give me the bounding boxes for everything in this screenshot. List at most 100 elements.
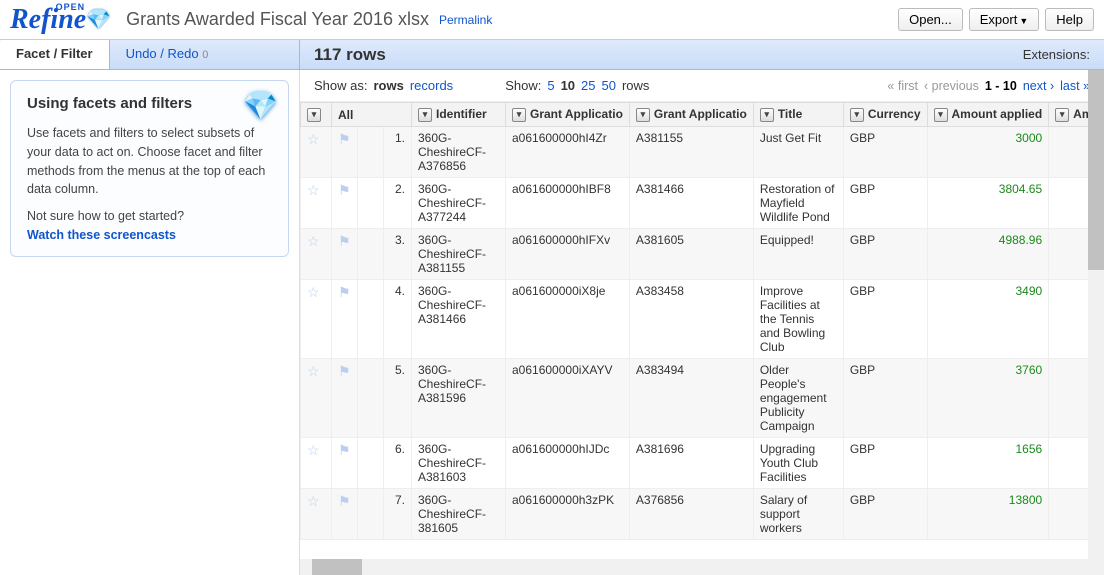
flag-icon[interactable]: ⚑ <box>338 182 351 198</box>
extensions-label[interactable]: Extensions: <box>1023 47 1090 62</box>
v-scrollbar[interactable] <box>1088 70 1104 575</box>
open-button[interactable]: Open... <box>898 8 963 31</box>
flag-icon[interactable]: ⚑ <box>338 131 351 147</box>
flag-cell[interactable]: ⚑ <box>332 489 358 540</box>
cell-identifier[interactable]: 360G-CheshireCF-A381466 <box>412 280 506 359</box>
star-icon[interactable]: ☆ <box>307 131 320 147</box>
cell-currency[interactable]: GBP <box>843 127 927 178</box>
v-scroll-thumb[interactable] <box>1088 70 1104 270</box>
cell-grant-app-1[interactable]: a061600000hIJDc <box>506 438 630 489</box>
cell-title[interactable]: Just Get Fit <box>753 127 843 178</box>
cell-currency[interactable]: GBP <box>843 280 927 359</box>
star-cell[interactable]: ☆ <box>301 438 332 489</box>
dropdown-icon[interactable]: ▾ <box>512 108 526 122</box>
col-amt-applied[interactable]: ▾Amount applied <box>927 103 1049 127</box>
dropdown-icon[interactable]: ▾ <box>760 108 774 122</box>
dropdown-icon[interactable]: ▾ <box>1055 108 1069 122</box>
tab-undo-redo[interactable]: Undo / Redo 0 <box>110 40 225 69</box>
star-icon[interactable]: ☆ <box>307 442 320 458</box>
cell-amt-applied[interactable]: 3804.65 <box>927 178 1049 229</box>
h-scrollbar[interactable] <box>300 559 1088 575</box>
cell-title[interactable]: Salary of support workers <box>753 489 843 540</box>
star-icon[interactable]: ☆ <box>307 233 320 249</box>
page-size-50[interactable]: 50 <box>602 78 616 93</box>
cell-identifier[interactable]: 360G-CheshireCF-A381155 <box>412 229 506 280</box>
cell-amt-applied[interactable]: 13800 <box>927 489 1049 540</box>
cell-title[interactable]: Equipped! <box>753 229 843 280</box>
mode-records[interactable]: records <box>410 78 453 93</box>
watch-screencasts-link[interactable]: Watch these screencasts <box>27 228 176 242</box>
cell-title[interactable]: Restoration of Mayfield Wildlife Pond <box>753 178 843 229</box>
col-title[interactable]: ▾Title <box>753 103 843 127</box>
dropdown-icon[interactable]: ▾ <box>934 108 948 122</box>
cell-grant-app-2[interactable]: A381466 <box>629 178 753 229</box>
cell-currency[interactable]: GBP <box>843 359 927 438</box>
cell-amt-applied[interactable]: 1656 <box>927 438 1049 489</box>
cell-title[interactable]: Improve Facilities at the Tennis and Bow… <box>753 280 843 359</box>
cell-title[interactable]: Upgrading Youth Club Facilities <box>753 438 843 489</box>
flag-cell[interactable]: ⚑ <box>332 359 358 438</box>
page-size-25[interactable]: 25 <box>581 78 595 93</box>
dropdown-icon[interactable]: ▾ <box>418 108 432 122</box>
cell-currency[interactable]: GBP <box>843 178 927 229</box>
star-cell[interactable]: ☆ <box>301 127 332 178</box>
dropdown-icon[interactable]: ▾ <box>850 108 864 122</box>
cell-identifier[interactable]: 360G-CheshireCF-A381603 <box>412 438 506 489</box>
cell-grant-app-2[interactable]: A381696 <box>629 438 753 489</box>
cell-grant-app-2[interactable]: A376856 <box>629 489 753 540</box>
page-size-10[interactable]: 10 <box>561 78 575 93</box>
cell-amt-applied[interactable]: 4988.96 <box>927 229 1049 280</box>
star-cell[interactable]: ☆ <box>301 229 332 280</box>
cell-grant-app-2[interactable]: A381605 <box>629 229 753 280</box>
cell-grant-app-1[interactable]: a061600000hIBF8 <box>506 178 630 229</box>
page-size-5[interactable]: 5 <box>547 78 554 93</box>
cell-currency[interactable]: GBP <box>843 489 927 540</box>
col-grant-app-1[interactable]: ▾Grant Applicatio <box>506 103 630 127</box>
cell-identifier[interactable]: 360G-CheshireCF-A377244 <box>412 178 506 229</box>
dropdown-icon[interactable]: ▾ <box>636 108 650 122</box>
cell-amt-applied[interactable]: 3000 <box>927 127 1049 178</box>
permalink-link[interactable]: Permalink <box>439 13 492 27</box>
flag-cell[interactable]: ⚑ <box>332 127 358 178</box>
cell-grant-app-2[interactable]: A383458 <box>629 280 753 359</box>
nav-prev[interactable]: ‹ previous <box>924 79 979 93</box>
col-currency[interactable]: ▾Currency <box>843 103 927 127</box>
cell-grant-app-1[interactable]: a061600000iXAYV <box>506 359 630 438</box>
tab-facet-filter[interactable]: Facet / Filter <box>0 40 110 69</box>
star-icon[interactable]: ☆ <box>307 182 320 198</box>
h-scroll-thumb[interactable] <box>312 559 362 575</box>
star-cell[interactable]: ☆ <box>301 280 332 359</box>
col-grant-app-2[interactable]: ▾Grant Applicatio <box>629 103 753 127</box>
cell-grant-app-2[interactable]: A381155 <box>629 127 753 178</box>
flag-icon[interactable]: ⚑ <box>338 363 351 379</box>
cell-grant-app-1[interactable]: a061600000hIFXv <box>506 229 630 280</box>
cell-identifier[interactable]: 360G-CheshireCF-A376856 <box>412 127 506 178</box>
flag-cell[interactable]: ⚑ <box>332 280 358 359</box>
help-button[interactable]: Help <box>1045 8 1094 31</box>
star-cell[interactable]: ☆ <box>301 359 332 438</box>
cell-grant-app-1[interactable]: a061600000hI4Zr <box>506 127 630 178</box>
app-logo[interactable]: OPEN Refine 💎 <box>10 4 111 36</box>
cell-currency[interactable]: GBP <box>843 438 927 489</box>
star-icon[interactable]: ☆ <box>307 363 320 379</box>
nav-first[interactable]: « first <box>887 79 918 93</box>
nav-last[interactable]: last » <box>1060 79 1090 93</box>
cell-amt-applied[interactable]: 3760 <box>927 359 1049 438</box>
flag-cell[interactable]: ⚑ <box>332 229 358 280</box>
dropdown-icon[interactable]: ▾ <box>307 108 321 122</box>
flag-icon[interactable]: ⚑ <box>338 493 351 509</box>
star-cell[interactable]: ☆ <box>301 489 332 540</box>
star-icon[interactable]: ☆ <box>307 284 320 300</box>
flag-icon[interactable]: ⚑ <box>338 284 351 300</box>
grid-wrap[interactable]: ▾ All ▾Identifier ▾Grant Applicatio ▾Gra… <box>300 102 1104 575</box>
cell-title[interactable]: Older People's engagement Publicity Camp… <box>753 359 843 438</box>
col-identifier[interactable]: ▾Identifier <box>412 103 506 127</box>
cell-grant-app-1[interactable]: a061600000h3zPK <box>506 489 630 540</box>
cell-grant-app-2[interactable]: A383494 <box>629 359 753 438</box>
cell-identifier[interactable]: 360G-CheshireCF-A381596 <box>412 359 506 438</box>
col-all[interactable]: All <box>332 103 412 127</box>
nav-next[interactable]: next › <box>1023 79 1054 93</box>
star-icon[interactable]: ☆ <box>307 493 320 509</box>
flag-icon[interactable]: ⚑ <box>338 233 351 249</box>
cell-currency[interactable]: GBP <box>843 229 927 280</box>
